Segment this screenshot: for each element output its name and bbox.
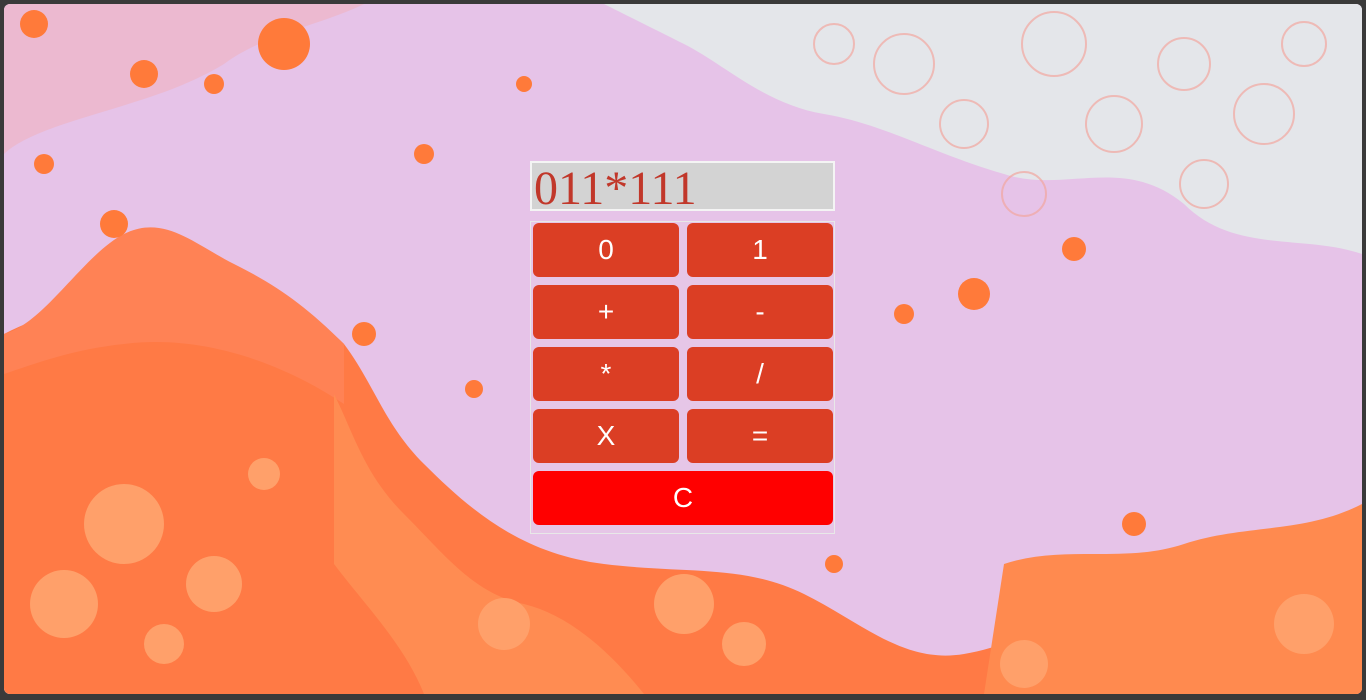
- page-frame: 011*111 0 1 + - * / X = C: [4, 4, 1362, 694]
- calculator-keypad: 0 1 + - * / X = C: [530, 221, 835, 534]
- calculator-display: 011*111: [530, 161, 835, 211]
- key-clear-button[interactable]: C: [533, 471, 833, 525]
- key-minus-button[interactable]: -: [687, 285, 833, 339]
- key-equals-button[interactable]: =: [687, 409, 833, 463]
- calculator: 011*111 0 1 + - * / X = C: [530, 161, 835, 534]
- key-backspace-button[interactable]: X: [533, 409, 679, 463]
- key-one-button[interactable]: 1: [687, 223, 833, 277]
- key-zero-button[interactable]: 0: [533, 223, 679, 277]
- key-multiply-button[interactable]: *: [533, 347, 679, 401]
- key-plus-button[interactable]: +: [533, 285, 679, 339]
- key-divide-button[interactable]: /: [687, 347, 833, 401]
